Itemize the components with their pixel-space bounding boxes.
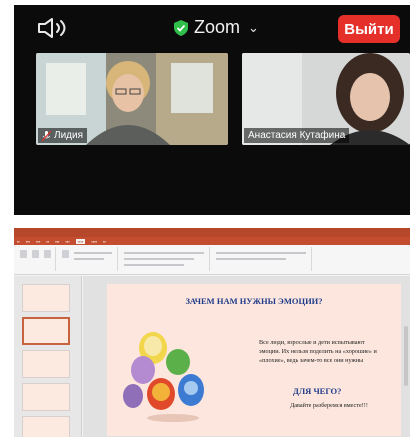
chevron-down-icon: ⌄ [248, 19, 259, 35]
zoom-meeting-window: Zoom ⌄ Выйти Лидия Анастасия Кутафина [14, 5, 410, 215]
ribbon-tab[interactable]: ▪▪▪ [55, 239, 59, 244]
ribbon-button-icon[interactable] [20, 250, 27, 258]
speaker-icon[interactable] [36, 17, 68, 39]
ribbon-group [120, 247, 210, 271]
ribbon-control[interactable] [124, 252, 204, 254]
participant-tile[interactable]: Анастасия Кутафина [242, 53, 410, 145]
slide-title: ЗАЧЕМ НАМ НУЖНЫ ЭМОЦИИ? [185, 296, 323, 306]
ribbon-tab[interactable]: ▪▪▪ [26, 239, 30, 244]
shared-screen-powerpoint: ▪▪ ▪▪▪ ▪▪▪ ▪▪ ▪▪▪ ▪▪▪ ▪▪▪▪ ▪▪▪▪ ▪▪ ЗАЧЕМ… [14, 228, 410, 437]
meeting-title-label: Zoom [194, 17, 241, 37]
mic-off-icon [42, 130, 51, 141]
leave-button[interactable]: Выйти [338, 15, 400, 43]
ribbon-tab[interactable]: ▪▪ [46, 239, 49, 244]
meeting-title[interactable]: Zoom ⌄ [174, 17, 259, 38]
cartoon-characters-image [123, 332, 204, 422]
vertical-scrollbar[interactable] [404, 326, 408, 386]
ribbon-tabs: ▪▪ ▪▪▪ ▪▪▪ ▪▪ ▪▪▪ ▪▪▪ ▪▪▪▪ ▪▪▪▪ ▪▪ [14, 237, 410, 245]
participant-name-label: Лидия [38, 128, 87, 143]
slide-thumbnail[interactable] [22, 284, 70, 312]
ribbon-tab[interactable]: ▪▪▪ [65, 239, 69, 244]
slide-subtitle: ДЛЯ ЧЕГО? [293, 386, 342, 396]
slide-thumbnail[interactable] [22, 416, 70, 437]
ribbon-button-icon[interactable] [62, 250, 69, 258]
ribbon-control[interactable] [124, 264, 184, 266]
ribbon-button-icon[interactable] [32, 250, 39, 258]
ribbon-button-icon[interactable] [44, 250, 51, 258]
ribbon-control[interactable] [74, 252, 112, 254]
ribbon-tab-active[interactable]: ▪▪▪▪ [75, 238, 86, 244]
ribbon-tab[interactable]: ▪▪ [103, 239, 106, 244]
powerpoint-title-bar [14, 228, 410, 237]
slide-thumbnail[interactable] [22, 383, 70, 411]
ribbon-control[interactable] [216, 258, 286, 260]
ribbon-group [16, 247, 56, 271]
participant-name: Анастасия Кутафина [248, 130, 346, 141]
slide-thumbnail-selected[interactable] [22, 317, 70, 345]
ribbon-control[interactable] [124, 258, 194, 260]
ribbon-tab[interactable]: ▪▪ [17, 239, 20, 244]
current-slide[interactable]: ЗАЧЕМ НАМ НУЖНЫ ЭМОЦИИ? Все люди, взросл… [107, 284, 401, 436]
ribbon-control[interactable] [216, 252, 306, 254]
ribbon-group [58, 247, 118, 271]
participant-name: Лидия [54, 130, 83, 141]
ribbon-tab[interactable]: ▪▪▪▪ [91, 239, 97, 244]
slide-editor: ЗАЧЕМ НАМ НУЖНЫ ЭМОЦИИ? Все люди, взросл… [83, 276, 410, 437]
participant-tile[interactable]: Лидия [36, 53, 228, 145]
slide-thumbnail[interactable] [22, 350, 70, 378]
ribbon-toolbar [14, 245, 410, 275]
slide-thumbnail-pane [14, 276, 82, 437]
ribbon-group [212, 247, 312, 271]
ribbon-control[interactable] [74, 258, 104, 260]
slide-subtext: Давайте разберемся вместе!!! [290, 402, 368, 409]
ribbon-tab[interactable]: ▪▪▪ [36, 239, 40, 244]
slide-body-text: Все люди, взрослые и дети испытывают эмо… [259, 339, 377, 364]
shield-icon [174, 19, 188, 36]
zoom-top-bar: Zoom ⌄ Выйти [14, 5, 410, 49]
participant-name-label: Анастасия Кутафина [244, 128, 350, 143]
